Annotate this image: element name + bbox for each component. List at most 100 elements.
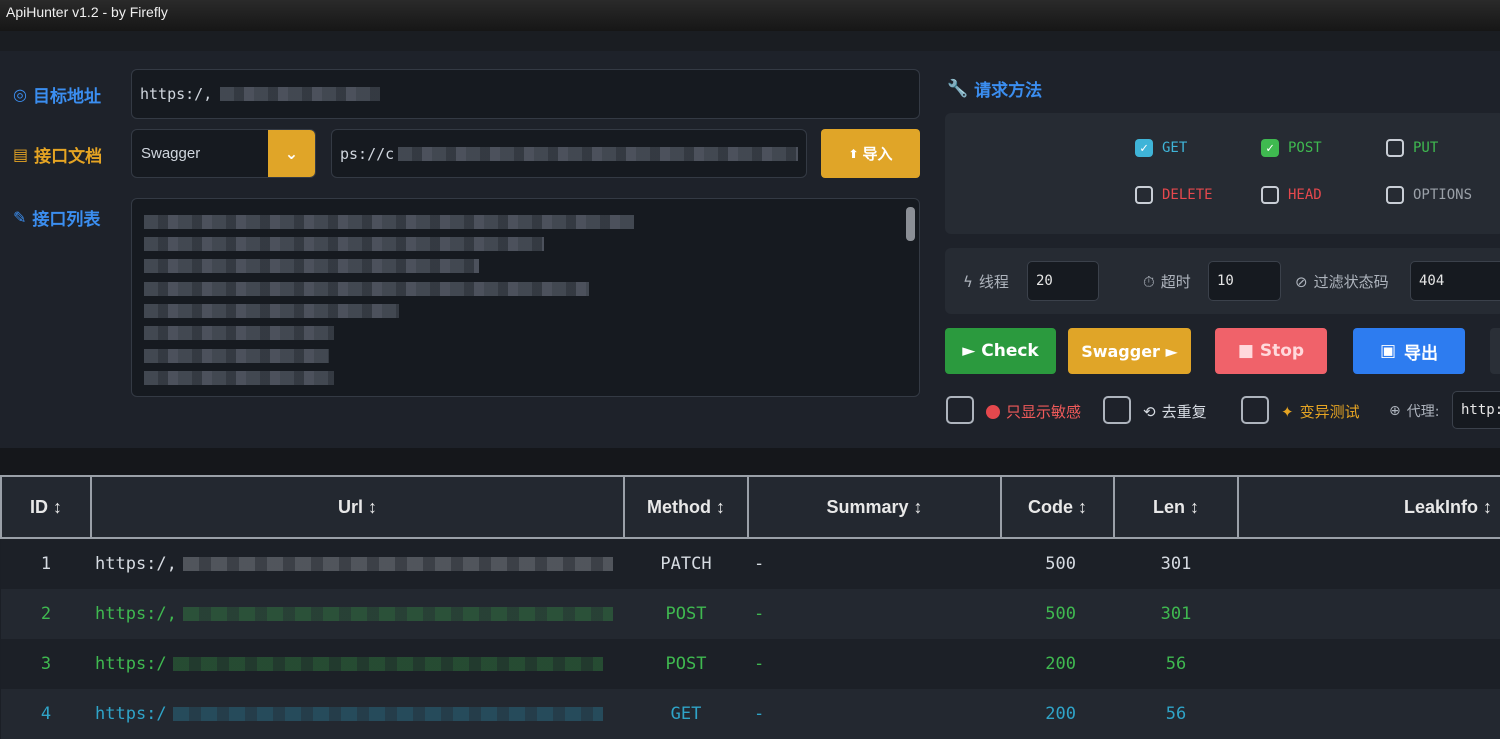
- interface-list-textarea[interactable]: [131, 198, 920, 397]
- import-button[interactable]: ⬆ 导入: [821, 129, 920, 178]
- list-line: [144, 322, 334, 340]
- cell-method: POST: [624, 639, 748, 689]
- sensitive-only-checkbox[interactable]: [946, 396, 974, 424]
- sensitive-only-label: 只显示敏感: [986, 401, 1081, 422]
- col-leakinfo-header[interactable]: LeakInfo ↕: [1237, 475, 1500, 539]
- threads-input[interactable]: 20: [1027, 261, 1099, 301]
- mutate-label: ✦ 变异测试: [1281, 402, 1360, 422]
- list-line: [144, 300, 399, 318]
- scrollbar[interactable]: [906, 207, 915, 241]
- cell-url: https:/: [91, 689, 624, 739]
- col-id-header[interactable]: ID ↕: [0, 475, 92, 539]
- table-row[interactable]: 3 https:/POST -200 56: [1, 639, 1500, 689]
- edit-icon: ✎: [13, 208, 27, 227]
- stopwatch-icon: ⏱: [1143, 272, 1155, 291]
- list-line: [144, 367, 334, 385]
- swagger-button[interactable]: Swagger ►: [1068, 328, 1191, 374]
- cell-code: 500: [1001, 538, 1114, 589]
- record-icon: [986, 404, 1000, 419]
- results-table: ID ↕ Url ↕ Method ↕ Summary ↕ Code ↕ Len…: [0, 475, 1500, 739]
- redacted-text: [182, 557, 613, 571]
- cell-leakinfo: [1238, 639, 1500, 689]
- cell-summary: -: [748, 689, 1001, 739]
- method-put-checkbox[interactable]: PUT: [1386, 139, 1438, 157]
- method-delete-checkbox[interactable]: DELETE: [1135, 186, 1213, 204]
- redacted-text: [398, 146, 798, 161]
- col-code-header[interactable]: Code ↕: [1000, 475, 1115, 539]
- cell-summary: -: [748, 589, 1001, 639]
- check-icon: ✓: [1261, 139, 1279, 157]
- cell-len: 301: [1114, 538, 1238, 589]
- table-row[interactable]: 1 https:/, PATCH -500 301: [1, 538, 1500, 589]
- cell-id: 3: [1, 639, 91, 689]
- redacted-text: [172, 707, 603, 721]
- cell-len: 56: [1114, 639, 1238, 689]
- proxy-label: ⊕ 代理:: [1389, 403, 1440, 420]
- cell-url: https:/,: [91, 538, 624, 589]
- method-head-checkbox[interactable]: HEAD: [1261, 186, 1322, 204]
- cell-url: https:/,: [91, 589, 624, 639]
- list-line: [144, 255, 479, 273]
- method-options-checkbox[interactable]: OPTIONS: [1386, 186, 1472, 204]
- col-method-header[interactable]: Method ↕: [623, 475, 749, 539]
- dedupe-label: ⟲ 去重复: [1143, 402, 1207, 422]
- cell-leakinfo: [1238, 689, 1500, 739]
- export-button[interactable]: ▣ 导出: [1353, 328, 1465, 374]
- timeout-label: ⏱ 超时: [1143, 272, 1191, 292]
- list-label: ✎ 接口列表: [13, 208, 101, 230]
- target-icon: ◎: [13, 85, 27, 104]
- cell-summary: -: [748, 538, 1001, 589]
- proxy-input[interactable]: http:: [1452, 391, 1500, 429]
- divider: [0, 448, 1500, 475]
- methods-panel: ✓ GET ✓ POST PUT DELETE HEAD OPTIONS: [945, 113, 1500, 234]
- title-bar: ApiHunter v1.2 - by Firefly: [0, 0, 1500, 32]
- table-row[interactable]: 4 https:/GET -200 56: [1, 689, 1500, 739]
- doc-type-select[interactable]: Swagger ⌄: [131, 129, 316, 178]
- cell-code: 200: [1001, 689, 1114, 739]
- target-url-input[interactable]: https:/,: [131, 69, 920, 119]
- doc-url-input[interactable]: ps://c: [331, 129, 807, 178]
- window-title: ApiHunter v1.2 - by Firefly: [6, 4, 168, 20]
- table-row[interactable]: 2 https:/, POST -500 301: [1, 589, 1500, 639]
- list-line: [144, 345, 329, 363]
- cell-id: 4: [1, 689, 91, 739]
- cell-url: https:/: [91, 639, 624, 689]
- check-icon: ✓: [1135, 139, 1153, 157]
- wrench-icon: ✦: [1281, 402, 1294, 421]
- col-url-header[interactable]: Url ↕: [90, 475, 625, 539]
- params-panel: ϟ 线程 20 ⏱ 超时 10 ⊘ 过滤状态码 404: [945, 248, 1500, 314]
- filter-status-input[interactable]: 404: [1410, 261, 1500, 301]
- lightning-icon: ϟ: [963, 272, 973, 291]
- method-get-checkbox[interactable]: ✓ GET: [1135, 139, 1187, 157]
- doc-label: ▤ 接口文档: [13, 145, 103, 167]
- redacted-text: [182, 607, 613, 621]
- cell-leakinfo: [1238, 538, 1500, 589]
- cell-code: 200: [1001, 639, 1114, 689]
- col-summary-header[interactable]: Summary ↕: [747, 475, 1002, 539]
- threads-label: ϟ 线程: [963, 272, 1009, 292]
- cell-id: 1: [1, 538, 91, 589]
- col-len-header[interactable]: Len ↕: [1113, 475, 1239, 539]
- cell-method: PATCH: [624, 538, 748, 589]
- chevron-down-icon[interactable]: ⌄: [268, 130, 315, 177]
- cell-method: GET: [624, 689, 748, 739]
- dedupe-checkbox[interactable]: [1103, 396, 1131, 424]
- document-icon: ▤: [13, 145, 29, 164]
- timeout-input[interactable]: 10: [1208, 261, 1281, 301]
- more-button[interactable]: [1490, 328, 1500, 374]
- check-button[interactable]: ► Check: [945, 328, 1056, 374]
- list-line: [144, 233, 544, 251]
- cell-method: POST: [624, 589, 748, 639]
- cell-summary: -: [748, 639, 1001, 689]
- globe-icon: ⊕: [1389, 403, 1401, 419]
- save-icon: ▣: [1379, 341, 1397, 361]
- list-line: [144, 211, 634, 229]
- stop-button[interactable]: ■ Stop: [1215, 328, 1327, 374]
- cell-id: 2: [1, 589, 91, 639]
- wrench-icon: 🔧: [947, 78, 969, 99]
- cell-code: 500: [1001, 589, 1114, 639]
- mutate-checkbox[interactable]: [1241, 396, 1269, 424]
- method-post-checkbox[interactable]: ✓ POST: [1261, 139, 1322, 157]
- redacted-text: [220, 87, 381, 101]
- filter-label: ⊘ 过滤状态码: [1295, 272, 1389, 292]
